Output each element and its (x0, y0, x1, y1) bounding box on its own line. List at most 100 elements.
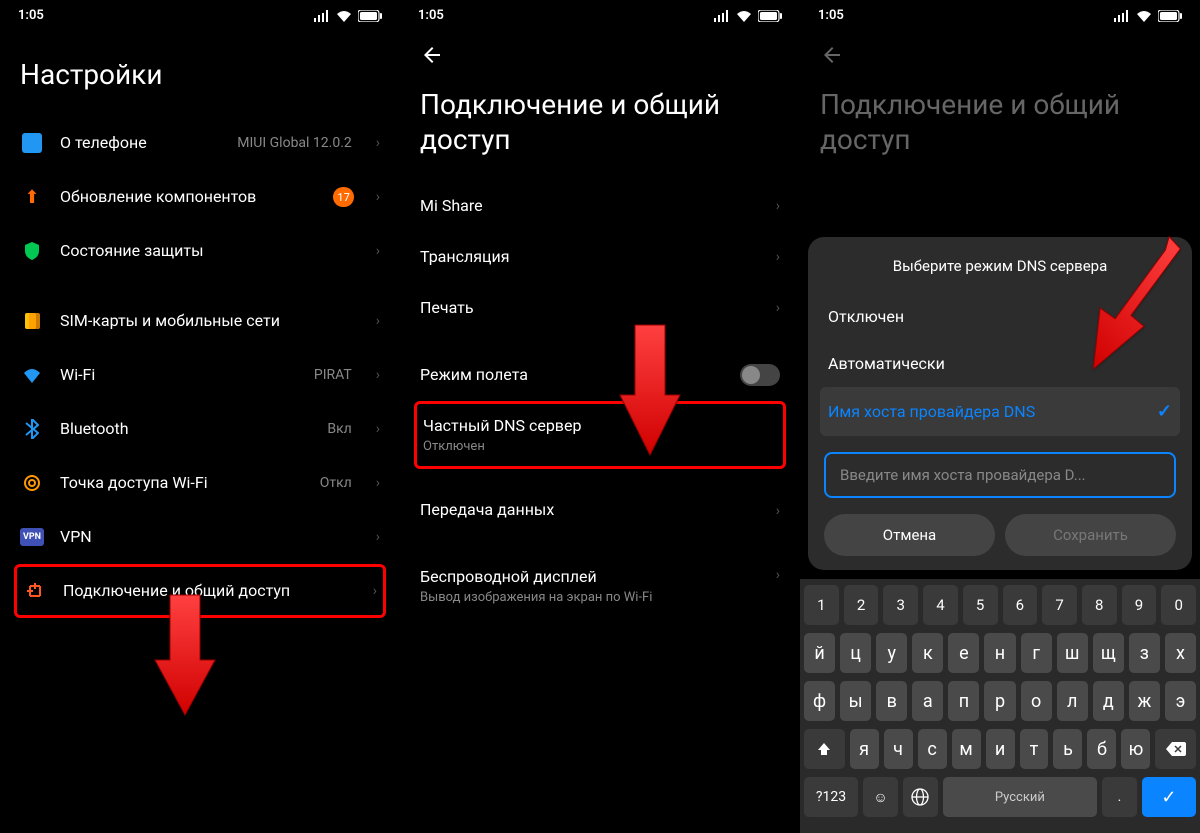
signal-icon (314, 8, 330, 23)
kb-key[interactable]: ш (1057, 633, 1088, 673)
kb-key[interactable]: й (804, 633, 835, 673)
update-icon: ⬆ (20, 185, 44, 209)
kb-key[interactable]: в (876, 681, 907, 721)
airplane-label: Режим полета (420, 365, 740, 386)
cancel-button[interactable]: Отмена (824, 514, 995, 556)
setting-private-dns[interactable]: Частный DNS сервер Отключен (414, 401, 786, 469)
wifi-label: Wi-Fi (60, 365, 298, 386)
kb-key[interactable]: у (876, 633, 907, 673)
setting-wifi[interactable]: Wi-Fi PIRAT › (20, 348, 380, 402)
kb-key[interactable]: 1 (804, 585, 839, 625)
chevron-icon: › (373, 583, 377, 599)
kb-key[interactable]: 5 (963, 585, 998, 625)
kb-key[interactable]: э (1165, 681, 1196, 721)
kb-key[interactable]: х (1165, 633, 1196, 673)
setting-vpn[interactable]: VPN VPN › (20, 510, 380, 564)
kb-key[interactable]: и (986, 729, 1015, 769)
kb-row-1: йцукенгшщзх (804, 633, 1196, 673)
airplane-toggle[interactable] (740, 364, 780, 386)
settings-list: Mi Share › Трансляция › Печать › Режим п… (400, 181, 800, 620)
wd-sub: Вывод изображения на экран по Wi-Fi (420, 590, 776, 605)
kb-key[interactable]: 4 (923, 585, 958, 625)
kb-key[interactable]: н (984, 633, 1015, 673)
dns-option-hostname[interactable]: Имя хоста провайдера DNS ✓ (820, 387, 1180, 436)
vpn-icon: VPN (20, 525, 44, 549)
chevron-icon: › (376, 135, 380, 151)
kb-key[interactable]: 7 (1042, 585, 1077, 625)
dns-hostname-input[interactable]: Введите имя хоста провайдера D... (824, 452, 1176, 498)
backspace-key[interactable] (1155, 729, 1196, 769)
kb-key[interactable]: м (952, 729, 981, 769)
kb-key[interactable]: я (850, 729, 879, 769)
setting-hotspot[interactable]: Точка доступа Wi-Fi Откл › (20, 456, 380, 510)
chevron-icon: › (776, 249, 780, 265)
kb-key[interactable]: 6 (1003, 585, 1038, 625)
space-key[interactable]: Русский (943, 777, 1098, 817)
wd-label: Беспроводной дисплей (420, 567, 776, 588)
setting-mishare[interactable]: Mi Share › (420, 181, 780, 232)
kb-key[interactable]: а (912, 681, 943, 721)
kb-key[interactable]: ч (884, 729, 913, 769)
wifi-value: PIRAT (314, 367, 352, 383)
enter-key[interactable]: ✓ (1142, 777, 1196, 817)
wifi-icon (336, 8, 352, 23)
shift-key[interactable] (804, 729, 845, 769)
kb-key[interactable]: 0 (1161, 585, 1196, 625)
kb-key[interactable]: ц (840, 633, 871, 673)
kb-key[interactable]: 3 (883, 585, 918, 625)
signal-icon (1114, 8, 1130, 23)
kb-key[interactable]: п (948, 681, 979, 721)
kb-key[interactable]: к (912, 633, 943, 673)
setting-cast[interactable]: Трансляция › (420, 232, 780, 283)
hotspot-value: Откл (320, 475, 352, 491)
kb-key[interactable]: ь (1053, 729, 1082, 769)
kb-key[interactable]: з (1129, 633, 1160, 673)
emoji-key[interactable]: ☺ (863, 777, 898, 817)
opt-auto-label: Автоматически (828, 354, 945, 373)
setting-print[interactable]: Печать › (420, 283, 780, 334)
kb-key[interactable]: щ (1093, 633, 1124, 673)
setting-about-phone[interactable]: О телефоне MIUI Global 12.0.2 › (20, 116, 380, 170)
setting-airplane[interactable]: Режим полета (420, 349, 780, 401)
kb-key[interactable]: ф (804, 681, 835, 721)
setting-data[interactable]: Передача данных › (420, 485, 780, 536)
period-key[interactable]: . (1102, 777, 1137, 817)
setting-sim[interactable]: SIM-карты и мобильные сети › (20, 294, 380, 348)
setting-wireless-display[interactable]: Беспроводной дисплей Вывод изображения н… (420, 552, 780, 620)
kb-key[interactable]: б (1087, 729, 1116, 769)
kb-key[interactable]: о (1021, 681, 1052, 721)
kb-key[interactable]: ж (1129, 681, 1160, 721)
dns-option-off[interactable]: Отключен (824, 293, 1176, 340)
kb-key[interactable]: е (948, 633, 979, 673)
page-title: Подключение и общий доступ (800, 79, 1200, 181)
setting-sharing[interactable]: Подключение и общий доступ › (14, 564, 386, 618)
kb-key[interactable]: р (984, 681, 1015, 721)
kb-key[interactable]: ю (1121, 729, 1150, 769)
settings-list: О телефоне MIUI Global 12.0.2 › ⬆ Обновл… (0, 116, 400, 618)
setting-security[interactable]: Состояние защиты › (20, 224, 380, 278)
kb-key[interactable]: г (1021, 633, 1052, 673)
dns-option-auto[interactable]: Автоматически (824, 340, 1176, 387)
status-bar: 1:05 (0, 0, 400, 27)
symbols-key[interactable]: ?123 (804, 777, 858, 817)
screen-dns-dialog: 1:05 Подключение и общий доступ Выберите… (800, 0, 1200, 833)
setting-bluetooth[interactable]: Bluetooth Вкл › (20, 402, 380, 456)
language-key[interactable] (903, 777, 938, 817)
kb-key[interactable]: ы (840, 681, 871, 721)
about-value: MIUI Global 12.0.2 (237, 135, 352, 151)
kb-key[interactable]: 8 (1082, 585, 1117, 625)
setting-update[interactable]: ⬆ Обновление компонентов 17 › (20, 170, 380, 224)
sharing-label: Подключение и общий доступ (63, 581, 357, 602)
save-button[interactable]: Сохранить (1005, 514, 1176, 556)
kb-key[interactable]: т (1020, 729, 1049, 769)
kb-row-3: ячсмитьбю (804, 729, 1196, 769)
page-title: Подключение и общий доступ (400, 79, 800, 181)
keyboard: 1234567890 йцукенгшщзх фывапролджэ ячсми… (800, 579, 1200, 833)
kb-key[interactable]: д (1093, 681, 1124, 721)
kb-key[interactable]: с (918, 729, 947, 769)
kb-key[interactable]: 9 (1122, 585, 1157, 625)
kb-key[interactable]: л (1057, 681, 1088, 721)
kb-key[interactable]: 2 (844, 585, 879, 625)
back-button[interactable] (400, 27, 800, 79)
kb-row-bottom: ?123 ☺ Русский . ✓ (804, 777, 1196, 817)
